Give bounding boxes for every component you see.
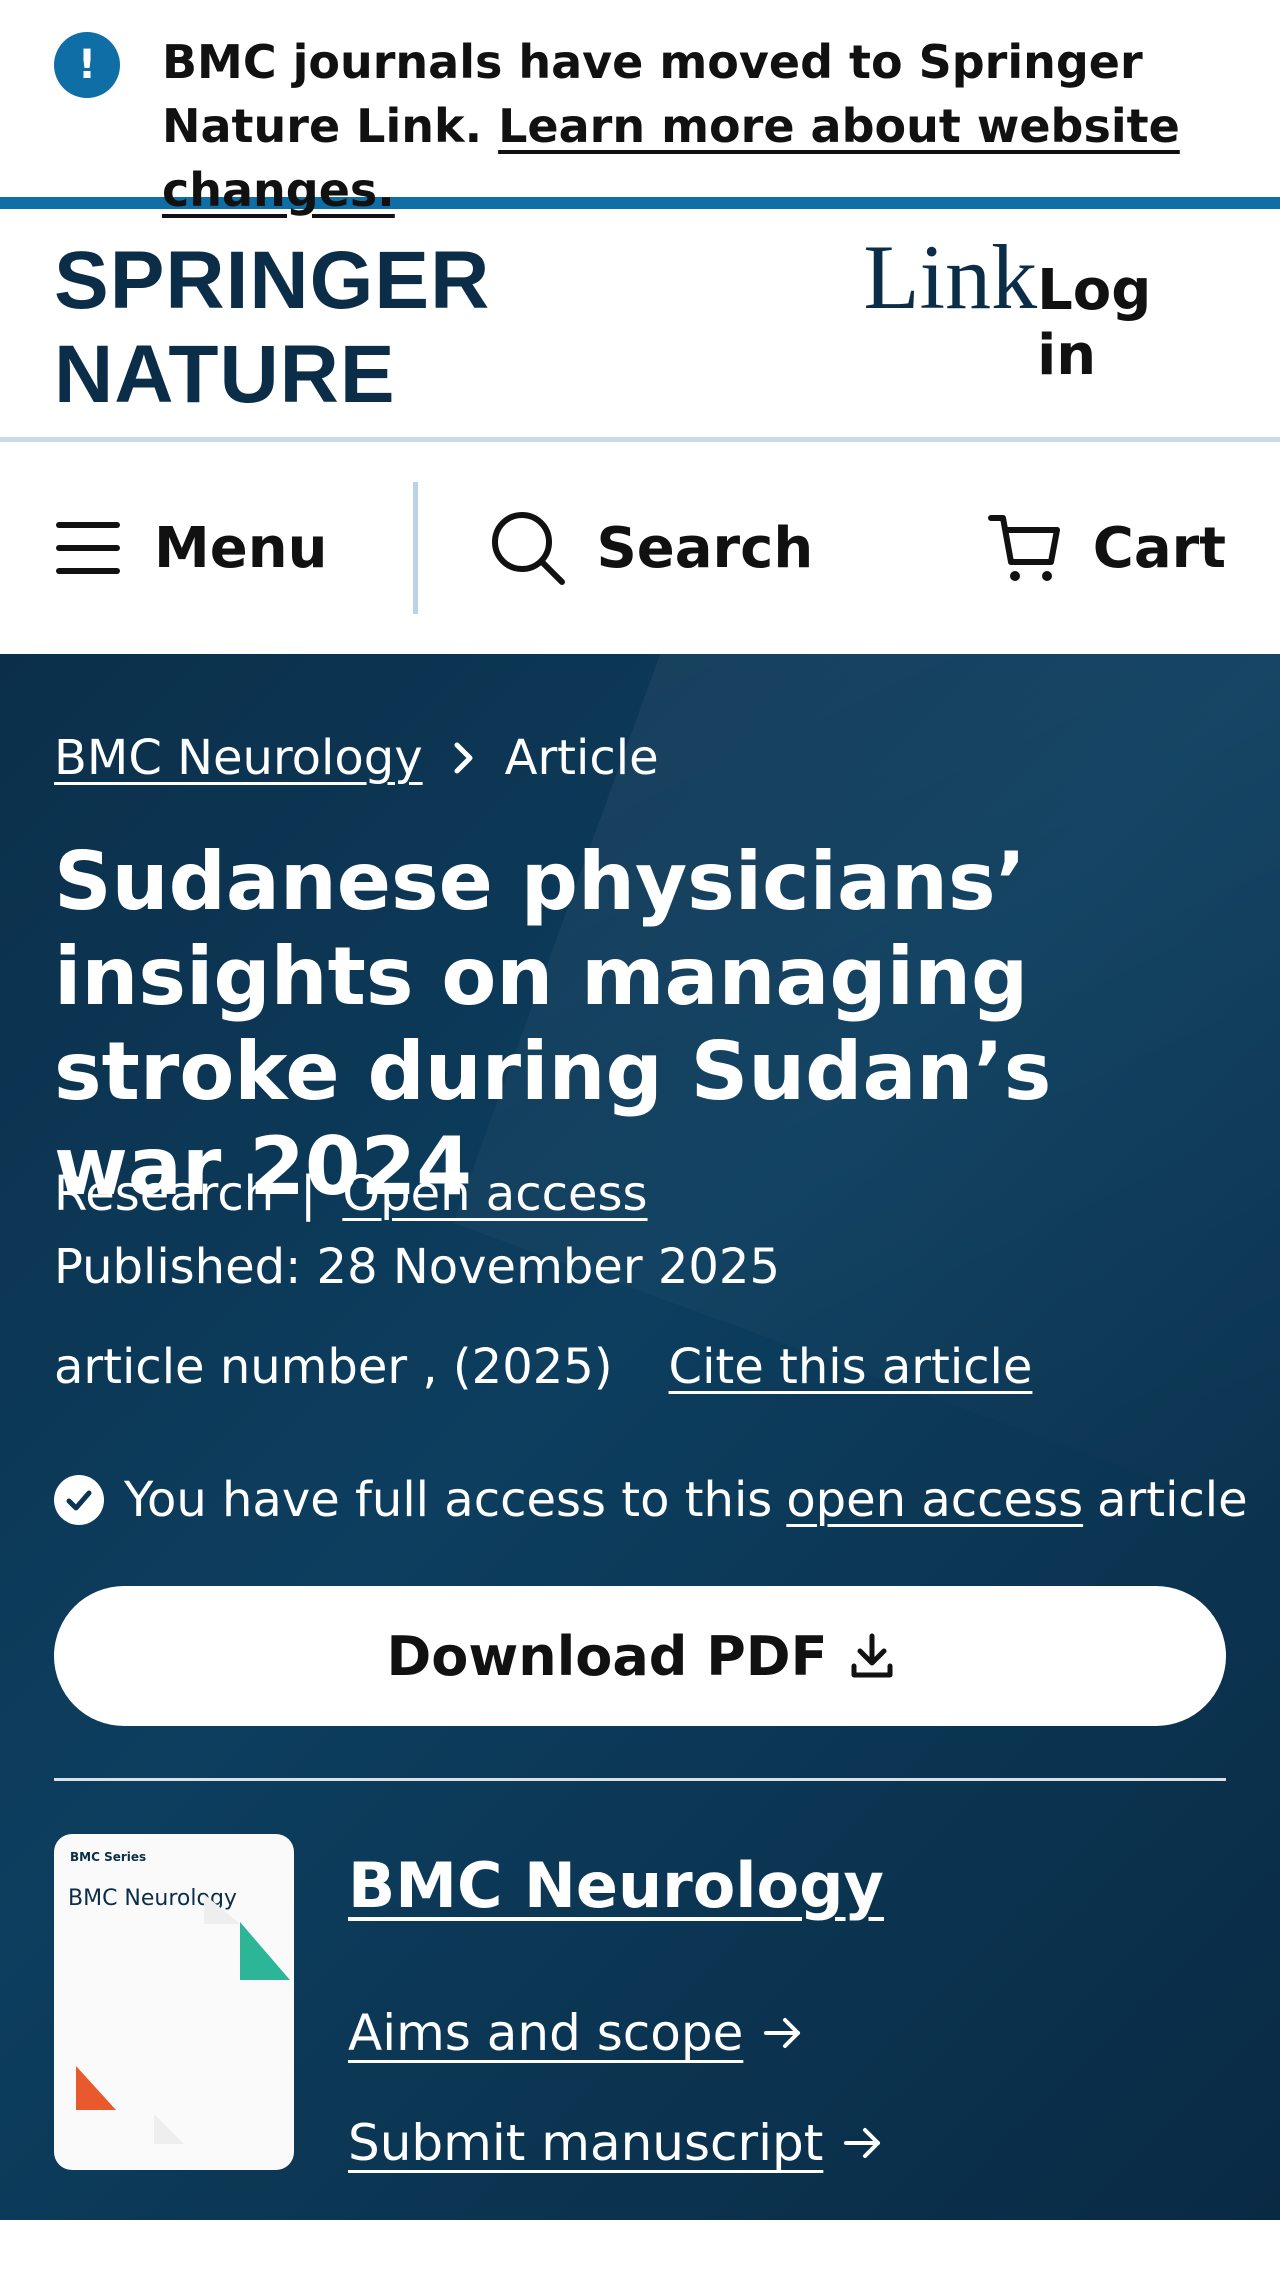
download-pdf-label: Download PDF [386, 1624, 828, 1688]
access-status: You have full access to this open access… [54, 1472, 1248, 1528]
submit-manuscript-row: Submit manuscript [348, 2114, 883, 2172]
breadcrumb-journal-link[interactable]: BMC Neurology [54, 730, 423, 786]
article-type: Research [54, 1166, 275, 1222]
cart-label: Cart [1092, 515, 1226, 581]
main-nav: Menu Search Cart [0, 442, 1280, 654]
aims-scope-link[interactable]: Aims and scope [348, 2004, 743, 2062]
cart-button[interactable]: Cart [987, 510, 1226, 586]
breadcrumb-current: Article [504, 730, 659, 786]
menu-button[interactable]: Menu [54, 516, 327, 581]
journal-name-link[interactable]: BMC Neurology [348, 1849, 884, 1922]
article-title: Sudanese physicians’ insights on managin… [54, 835, 1052, 1213]
access-prefix: You have full access to this [124, 1472, 773, 1528]
cover-artwork [76, 1894, 290, 2144]
published-date: Published: 28 November 2025 [54, 1239, 780, 1295]
meta-separator: | [300, 1166, 317, 1222]
search-label: Search [596, 515, 814, 581]
article-hero: BMC Neurology Article Sudanese physician… [0, 654, 1280, 2220]
access-suffix: article [1097, 1472, 1248, 1528]
submit-manuscript-link[interactable]: Submit manuscript [348, 2114, 823, 2172]
download-pdf-button[interactable]: Download PDF [54, 1586, 1226, 1726]
search-button[interactable]: Search [490, 510, 813, 586]
breadcrumb: BMC Neurology Article [54, 730, 659, 786]
info-icon: ! [54, 32, 120, 98]
search-icon [490, 510, 566, 586]
chevron-right-icon [453, 741, 475, 775]
arrow-right-icon [843, 2126, 883, 2160]
notice-text: BMC journals have moved to Springer Natu… [162, 30, 1226, 222]
login-link[interactable]: Log in [1037, 258, 1226, 388]
download-icon [850, 1632, 894, 1680]
section-divider [54, 1778, 1226, 1781]
cart-icon [987, 510, 1063, 586]
open-access-link[interactable]: Open access [342, 1166, 647, 1222]
site-header: SPRINGER NATURE Link Log in [0, 209, 1280, 442]
brand-logo[interactable]: SPRINGER NATURE Link [54, 224, 1037, 422]
article-number: article number , (2025) [54, 1339, 613, 1395]
hamburger-icon [54, 520, 124, 576]
article-type-row: Research | Open access [54, 1166, 648, 1222]
nav-divider [413, 482, 419, 614]
article-number-row: article number , (2025) Cite this articl… [54, 1339, 1032, 1395]
journal-name: BMC Neurology [348, 1849, 884, 1922]
cite-article-link[interactable]: Cite this article [669, 1339, 1033, 1395]
access-open-access-link[interactable]: open access [786, 1472, 1083, 1528]
journal-cover[interactable]: BMC Series BMC Neurology [54, 1834, 294, 2170]
brand-main-text: SPRINGER NATURE [54, 235, 491, 420]
brand-sub-text: Link [863, 226, 1038, 328]
notice-banner: ! BMC journals have moved to Springer Na… [0, 0, 1280, 217]
check-circle-icon [54, 1475, 104, 1525]
menu-label: Menu [154, 515, 328, 581]
arrow-right-icon [763, 2016, 803, 2050]
aims-scope-row: Aims and scope [348, 2004, 803, 2062]
